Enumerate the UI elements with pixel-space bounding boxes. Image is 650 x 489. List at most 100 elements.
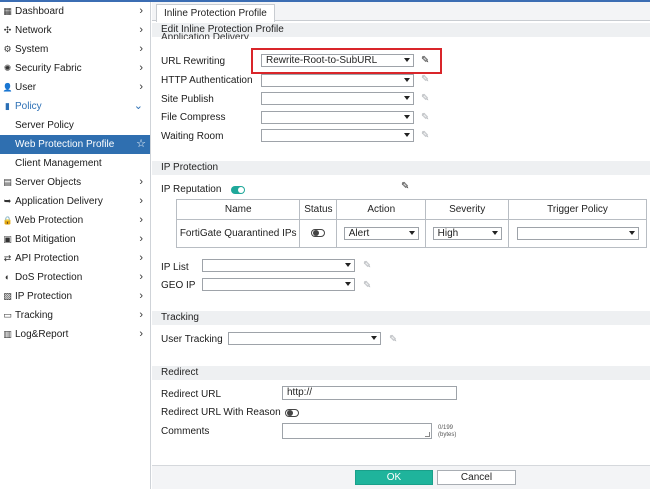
cell-name: FortiGate Quarantined IPs bbox=[175, 219, 301, 248]
pencil-icon[interactable]: ✎ bbox=[401, 182, 411, 192]
sidebar-item-bot-mitigation[interactable]: ▣ Bot Mitigation › bbox=[0, 230, 150, 249]
sidebar-item-label: Tracking bbox=[15, 310, 53, 321]
highlight-box bbox=[251, 48, 442, 74]
chevron-right-icon: › bbox=[139, 271, 143, 283]
chevron-down-icon: ⌄ bbox=[133, 100, 143, 112]
waiting-room-select[interactable] bbox=[261, 129, 414, 142]
comments-counter: 0/199 bbox=[438, 425, 454, 431]
redirect-url-label: Redirect URL bbox=[161, 389, 222, 400]
trigger-policy-select[interactable] bbox=[516, 227, 639, 240]
sidebar-item-label: User bbox=[15, 82, 37, 93]
pencil-icon[interactable]: ✎ bbox=[421, 75, 431, 85]
ip-reputation-toggle[interactable] bbox=[231, 186, 245, 194]
waiting-room-label: Waiting Room bbox=[161, 131, 224, 142]
sidebar-item-server-objects[interactable]: ▤ Server Objects › bbox=[0, 173, 150, 192]
sidebar-nav: ▦ Dashboard › ✣ Network › ⚙ System › ✺ Security… bbox=[0, 2, 151, 489]
pencil-icon[interactable]: ✎ bbox=[363, 261, 373, 271]
sidebar-item-server-policy[interactable]: Server Policy bbox=[0, 116, 150, 135]
file-compress-label: File Compress bbox=[161, 112, 226, 123]
chevron-right-icon: › bbox=[139, 24, 143, 36]
severity-select[interactable]: High bbox=[432, 227, 502, 240]
redirect-url-with-reason-toggle[interactable] bbox=[285, 409, 299, 417]
sidebar-item-client-management[interactable]: Client Management bbox=[0, 154, 150, 173]
sidebar-item-security-fabric[interactable]: ✺ Security Fabric › bbox=[0, 59, 150, 78]
comments-textarea[interactable] bbox=[282, 423, 432, 439]
sidebar-item-web-protection[interactable]: 🔒 Web Protection › bbox=[0, 211, 150, 230]
sidebar-item-policy[interactable]: ▮ Policy ⌄ bbox=[0, 97, 150, 116]
sidebar-item-label: DoS Protection bbox=[15, 272, 83, 283]
gear-icon: ⚙ bbox=[3, 44, 12, 54]
sidebar-item-dashboard[interactable]: ▦ Dashboard › bbox=[0, 2, 150, 21]
sidebar-item-label: Server Objects bbox=[15, 177, 82, 188]
chevron-right-icon: › bbox=[139, 43, 143, 55]
user-tracking-label: User Tracking bbox=[161, 334, 223, 345]
toggle-knob bbox=[238, 187, 244, 193]
site-publish-label: Site Publish bbox=[161, 94, 214, 105]
status-toggle[interactable] bbox=[311, 229, 326, 238]
sidebar-item-label: Security Fabric bbox=[15, 63, 82, 74]
ip-list-label: IP List bbox=[161, 262, 189, 273]
ip-list-select[interactable] bbox=[202, 259, 355, 272]
cell-trigger-policy bbox=[508, 219, 647, 248]
chevron-right-icon: › bbox=[139, 252, 143, 264]
column-header-severity: Severity bbox=[425, 199, 510, 220]
comments-counter-unit: (bytes) bbox=[438, 432, 457, 438]
redirect-url-input[interactable]: http:// bbox=[282, 386, 457, 400]
ok-button[interactable]: OK bbox=[355, 470, 433, 485]
http-authentication-label: HTTP Authentication bbox=[161, 75, 253, 86]
sidebar-item-label: Bot Mitigation bbox=[15, 234, 76, 245]
tab-strip: Inline Protection Profile bbox=[152, 2, 650, 22]
column-header-name: Name bbox=[175, 199, 301, 220]
chevron-right-icon: › bbox=[139, 62, 143, 74]
chevron-down-icon bbox=[345, 263, 351, 267]
star-icon[interactable]: ☆ bbox=[136, 135, 146, 154]
chevron-down-icon bbox=[404, 133, 410, 137]
pencil-icon[interactable]: ✎ bbox=[421, 131, 431, 141]
pencil-icon[interactable]: ✎ bbox=[363, 281, 373, 291]
resize-grip-icon[interactable] bbox=[425, 432, 430, 437]
chevron-right-icon: › bbox=[139, 233, 143, 245]
sidebar-item-dos-protection[interactable]: ◐ DoS Protection › bbox=[0, 268, 150, 287]
user-tracking-select[interactable] bbox=[228, 332, 381, 345]
chevron-down-icon bbox=[491, 231, 498, 235]
cancel-button[interactable]: Cancel bbox=[437, 470, 516, 485]
pencil-icon[interactable]: ✎ bbox=[421, 113, 431, 123]
user-icon: 👤 bbox=[2, 83, 13, 92]
pencil-icon[interactable]: ✎ bbox=[389, 335, 399, 345]
policy-icon: ▮ bbox=[5, 101, 10, 111]
sidebar-item-ip-protection[interactable]: ▧ IP Protection › bbox=[0, 287, 150, 306]
chevron-right-icon: › bbox=[139, 328, 143, 340]
server-objects-icon: ▤ bbox=[3, 177, 12, 187]
http-authentication-select[interactable] bbox=[261, 74, 414, 87]
pencil-icon[interactable]: ✎ bbox=[421, 94, 431, 104]
file-compress-select[interactable] bbox=[261, 111, 414, 124]
sidebar-item-application-delivery[interactable]: ➥ Application Delivery › bbox=[0, 192, 150, 211]
sidebar-item-label: Application Delivery bbox=[15, 196, 103, 207]
chevron-right-icon: › bbox=[139, 214, 143, 226]
chevron-right-icon: › bbox=[139, 195, 143, 207]
sidebar-item-log-report[interactable]: ▥ Log&Report › bbox=[0, 325, 150, 344]
sidebar-item-label: Web Protection bbox=[15, 215, 84, 226]
sidebar-item-system[interactable]: ⚙ System › bbox=[0, 40, 150, 59]
cell-status bbox=[299, 219, 338, 248]
ip-reputation-label: IP Reputation bbox=[161, 184, 222, 195]
sidebar-item-web-protection-profile[interactable]: Web Protection Profile ☆ bbox=[0, 135, 150, 154]
sidebar-item-user[interactable]: 👤 User › bbox=[0, 78, 150, 97]
table-header-row: Name Status Action Severity Trigger Poli… bbox=[175, 199, 647, 220]
sidebar-item-api-protection[interactable]: ⇄ API Protection › bbox=[0, 249, 150, 268]
tab-inline-protection-profile[interactable]: Inline Protection Profile bbox=[156, 4, 275, 22]
toggle-knob bbox=[313, 230, 320, 237]
sidebar-item-network[interactable]: ✣ Network › bbox=[0, 21, 150, 40]
site-publish-select[interactable] bbox=[261, 92, 414, 105]
section-title-ip-protection: IP Protection bbox=[152, 161, 650, 175]
action-select[interactable]: Alert bbox=[343, 227, 419, 240]
toggle-knob bbox=[287, 410, 293, 416]
url-rewriting-label: URL Rewriting bbox=[161, 56, 226, 67]
sidebar-item-tracking[interactable]: ▭ Tracking › bbox=[0, 306, 150, 325]
redirect-url-with-reason-label: Redirect URL With Reason bbox=[161, 407, 281, 418]
sidebar-item-label: Web Protection Profile bbox=[15, 139, 115, 150]
chevron-down-icon bbox=[404, 78, 410, 82]
geo-ip-select[interactable] bbox=[202, 278, 355, 291]
chevron-right-icon: › bbox=[139, 176, 143, 188]
chevron-down-icon bbox=[408, 231, 415, 235]
